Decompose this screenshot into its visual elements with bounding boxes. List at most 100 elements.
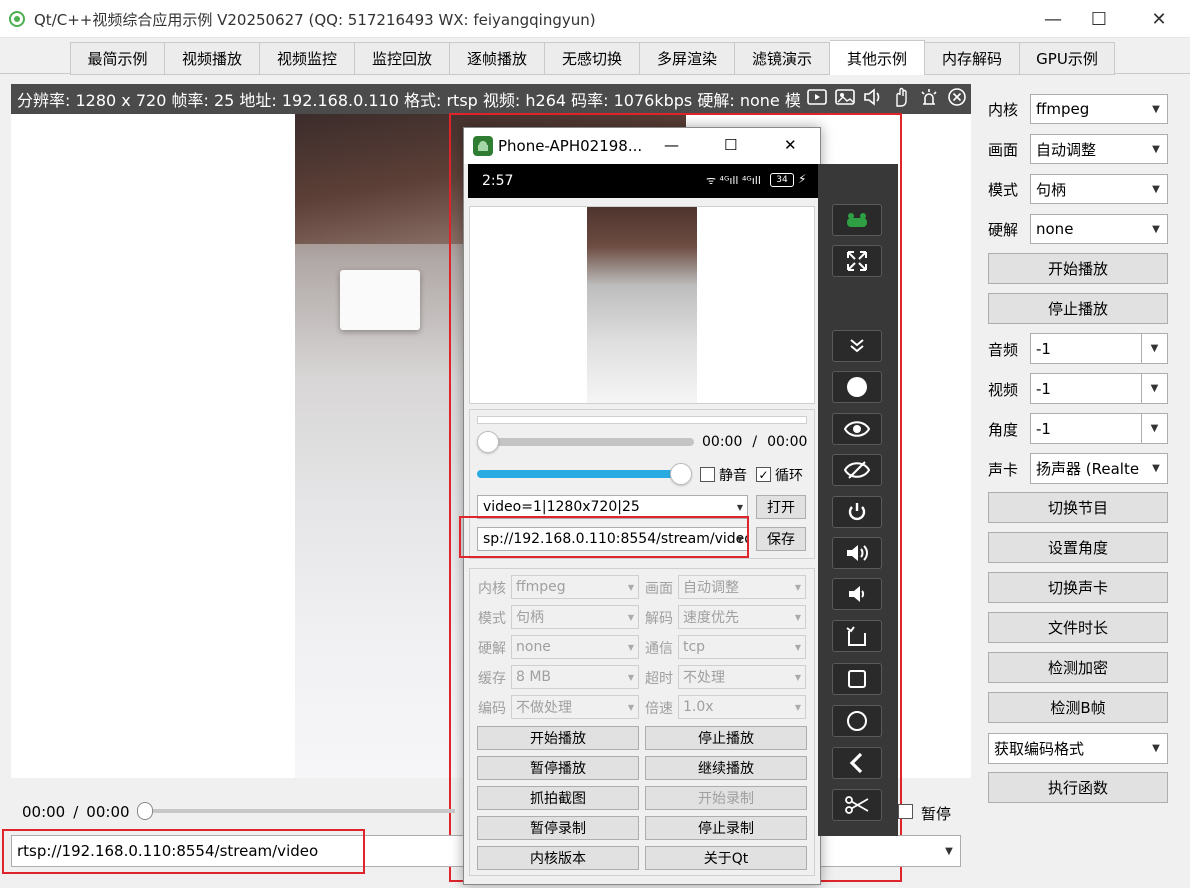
opt-speed-combo[interactable]: 1.0x ▼ (678, 695, 806, 719)
progress-handle[interactable] (137, 802, 153, 820)
opt-kernel-combo[interactable]: ffmpeg ▼ (511, 575, 639, 599)
phone-about-qt-button[interactable]: 关于Qt (645, 846, 807, 870)
phone-time: 2:57 (482, 173, 514, 189)
switch-sound-button[interactable]: 切换声卡 (988, 572, 1168, 603)
phone-snapshot-button[interactable]: 抓拍截图 (477, 786, 639, 810)
start-play-button[interactable]: 开始播放 (988, 253, 1168, 284)
exec-function-button[interactable]: 执行函数 (988, 772, 1168, 803)
tab-video-monitor[interactable]: 视频监控 (260, 42, 355, 75)
phone-start-record-button[interactable]: 开始录制 (645, 786, 807, 810)
get-codec-combo[interactable]: 获取编码格式 ▼ (988, 733, 1168, 764)
side-expand-icon[interactable] (832, 330, 882, 362)
phone-maximize-button[interactable]: ☐ (724, 136, 737, 154)
opt-mode-combo[interactable]: 句柄 ▼ (511, 605, 639, 629)
switch-program-button[interactable]: 切换节目 (988, 492, 1168, 523)
phone-pause-record-button[interactable]: 暂停录制 (477, 816, 639, 840)
phone-start-play-button[interactable]: 开始播放 (477, 726, 639, 750)
loop-checkbox[interactable]: ✓ (756, 467, 771, 482)
minimize-button[interactable]: — (1030, 0, 1076, 38)
battery-icon: 34 (770, 173, 794, 187)
phone-volume-slider[interactable] (477, 470, 687, 478)
snapshot-icon[interactable] (834, 86, 856, 108)
tab-multi-screen[interactable]: 多屏渲染 (640, 42, 735, 75)
opt-encode-combo[interactable]: 不做处理 ▼ (511, 695, 639, 719)
file-duration-button[interactable]: 文件时长 (988, 612, 1168, 643)
video-spin[interactable]: -1 ▼ (1030, 373, 1168, 404)
side-scissors-icon[interactable] (832, 789, 882, 821)
side-home-icon[interactable] (832, 705, 882, 737)
close-button[interactable]: ✕ (1136, 0, 1182, 38)
tab-memory-decode[interactable]: 内存解码 (925, 42, 1020, 75)
stop-play-button[interactable]: 停止播放 (988, 293, 1168, 324)
phone-progress-bar (477, 416, 807, 424)
opt-hw-combo[interactable]: none ▼ (511, 635, 639, 659)
side-device-icon[interactable] (832, 204, 882, 236)
tab-seamless-switch[interactable]: 无感切换 (545, 42, 640, 75)
tab-filter-demo[interactable]: 滤镜演示 (735, 42, 830, 75)
tab-frame-by-frame[interactable]: 逐帧播放 (450, 42, 545, 75)
phone-minimize-button[interactable]: — (664, 136, 679, 154)
phone-close-button[interactable]: ✕ (784, 136, 797, 154)
phone-video-area[interactable] (469, 206, 815, 404)
phone-resume-play-button[interactable]: 继续播放 (645, 756, 807, 780)
mute-checkbox[interactable] (700, 467, 715, 482)
opt-transport-combo[interactable]: tcp ▼ (678, 635, 806, 659)
opt-transport-value: tcp (683, 639, 706, 655)
phone-open-button[interactable]: 打开 (756, 495, 806, 519)
phone-kernel-version-button[interactable]: 内核版本 (477, 846, 639, 870)
audio-spin[interactable]: -1 ▼ (1030, 333, 1168, 364)
tab-other-examples[interactable]: 其他示例 (830, 40, 925, 75)
phone-pause-play-button[interactable]: 暂停播放 (477, 756, 639, 780)
picture-combo[interactable]: 自动调整 ▼ (1030, 134, 1168, 164)
close-video-icon[interactable] (946, 86, 968, 108)
kernel-combo[interactable]: ffmpeg ▼ (1030, 94, 1168, 124)
set-angle-button[interactable]: 设置角度 (988, 532, 1168, 563)
side-eye-icon[interactable] (832, 413, 882, 445)
opt-decode-combo[interactable]: 速度优先 ▼ (678, 605, 806, 629)
record-video-icon[interactable] (806, 86, 828, 108)
sound-combo[interactable]: 扬声器 (Realte ▼ (1030, 453, 1168, 484)
detect-bframe-button[interactable]: 检测B帧 (988, 692, 1168, 723)
opt-timeout-combo[interactable]: 不处理 ▼ (678, 665, 806, 689)
progress-track[interactable] (145, 809, 455, 813)
mode-combo[interactable]: 句柄 ▼ (1030, 174, 1168, 204)
detect-encrypt-button[interactable]: 检测加密 (988, 652, 1168, 683)
opt-picture-combo[interactable]: 自动调整 ▼ (678, 575, 806, 599)
pause-checkbox[interactable] (898, 804, 913, 819)
alarm-icon[interactable] (918, 86, 940, 108)
phone-seek-handle[interactable] (477, 431, 499, 453)
video-info-text: 分辨率: 1280 x 720 帧率: 25 地址: 192.168.0.110… (17, 91, 801, 110)
phone-volume-handle[interactable] (670, 463, 692, 485)
tab-playback[interactable]: 监控回放 (355, 42, 450, 75)
phone-stop-play-button[interactable]: 停止播放 (645, 726, 807, 750)
phone-stop-record-button[interactable]: 停止录制 (645, 816, 807, 840)
chevron-down-icon: ▼ (794, 612, 802, 622)
opt-cache-combo[interactable]: 8 MB ▼ (511, 665, 639, 689)
maximize-button[interactable]: ☐ (1076, 0, 1122, 38)
volume-icon[interactable] (862, 86, 884, 108)
phone-duration: 00:00 (767, 434, 808, 450)
picture-value: 自动调整 (1036, 140, 1097, 159)
audio-label: 音频 (988, 341, 1019, 359)
phone-save-button[interactable]: 保存 (756, 527, 806, 551)
angle-spin[interactable]: -1 ▼ (1030, 413, 1168, 444)
side-back-icon[interactable] (832, 747, 882, 779)
hw-combo[interactable]: none ▼ (1030, 214, 1168, 244)
tab-gpu-example[interactable]: GPU示例 (1020, 42, 1115, 75)
tab-video-play[interactable]: 视频播放 (165, 42, 260, 75)
side-square-icon[interactable] (832, 663, 882, 695)
phone-time-display: 00:00 / 00:00 (702, 434, 807, 450)
chevron-down-icon: ▼ (794, 582, 802, 592)
phone-seek-slider[interactable] (479, 438, 694, 446)
side-volume-down-icon[interactable] (832, 578, 882, 610)
side-rotate-icon[interactable] (832, 620, 882, 652)
side-fullscreen-icon[interactable] (832, 245, 882, 277)
tab-simplest[interactable]: 最简示例 (70, 42, 165, 75)
side-power-icon[interactable] (832, 496, 882, 528)
mute-label: 静音 (719, 468, 747, 484)
side-eye-off-icon[interactable] (832, 454, 882, 486)
side-volume-up-icon[interactable] (832, 537, 882, 569)
hand-icon[interactable] (890, 86, 912, 108)
side-record-icon[interactable] (832, 371, 882, 403)
phone-position: 00:00 (702, 434, 743, 450)
